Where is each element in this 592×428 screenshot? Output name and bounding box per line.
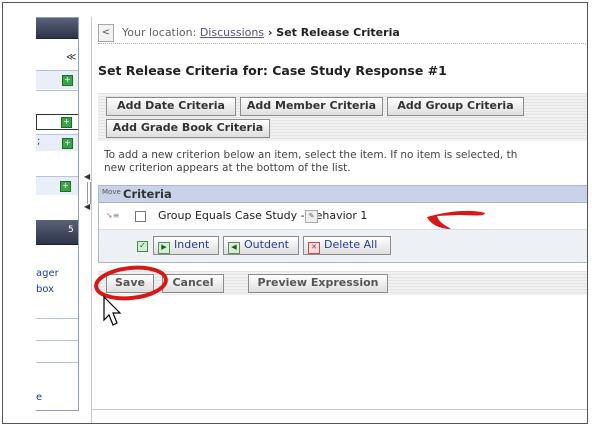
nav-section-header[interactable]: 5 [36, 220, 78, 245]
expand-left-arrow-icon[interactable]: ◀ [84, 202, 90, 211]
add-gradebook-criteria-button[interactable]: Add Grade Book Criteria [106, 119, 270, 138]
nav-row[interactable]: + [36, 176, 78, 195]
preview-expression-button[interactable]: Preview Expression [248, 274, 388, 293]
row-actions-bar: ✓ ▶ Indent ◀ Outdent ✕ Delete All [99, 230, 587, 262]
form-action-bar: Save Cancel Preview Expression [98, 271, 587, 295]
collapse-chevron-icon[interactable]: ≪ [66, 52, 76, 63]
nav-row[interactable]: + [36, 70, 78, 89]
outdent-button[interactable]: ◀ Outdent [223, 236, 299, 255]
add-group-criteria-button[interactable]: Add Group Criteria [387, 97, 524, 116]
add-square-icon[interactable]: + [60, 181, 71, 192]
move-column-header: Move [102, 188, 121, 196]
breadcrumb: < Your location: Discussions › Set Relea… [98, 23, 587, 44]
select-all-check-icon[interactable]: ✓ [137, 241, 148, 252]
indent-button[interactable]: ▶ Indent [153, 236, 219, 255]
breadcrumb-link-discussions[interactable]: Discussions [200, 26, 264, 39]
screenshot-frame: ≪ + + ; + + 5 ager box e ◀ ◀ < Your loca… [2, 2, 588, 424]
criteria-button-panel: Add Date Criteria Add Member Criteria Ad… [98, 93, 587, 141]
page-title: Set Release Criteria for: Case Study Res… [98, 63, 447, 78]
nav-row-selected[interactable]: + [36, 114, 78, 130]
criterion-text: Group Equals Case Study - Behavior 1 [158, 209, 368, 222]
add-square-icon[interactable]: + [62, 75, 73, 86]
nav-tab-header[interactable] [36, 18, 78, 39]
cancel-button[interactable]: Cancel [162, 274, 224, 293]
row-checkbox[interactable] [135, 211, 146, 222]
criteria-column-header: Criteria [123, 187, 172, 201]
main-content: < Your location: Discussions › Set Relea… [91, 17, 587, 423]
left-nav-panel: ≪ + + ; + + 5 ager box e [36, 17, 79, 411]
indent-icon: ▶ [158, 242, 170, 254]
nav-link-bottom[interactable]: e [36, 392, 42, 403]
add-date-criteria-button[interactable]: Add Date Criteria [106, 97, 236, 116]
nav-link-inbox[interactable]: box [36, 284, 54, 295]
collapse-left-arrow-icon[interactable]: ◀ [84, 172, 90, 181]
save-button[interactable]: Save [106, 274, 154, 293]
table-row[interactable]: ➘≡ Group Equals Case Study - Behavior 1 … [99, 203, 587, 230]
nav-row[interactable]: ; + [36, 134, 78, 151]
breadcrumb-text: Your location: Discussions › Set Release… [122, 26, 400, 39]
instructions-text: To add a new criterion below an item, se… [104, 149, 518, 174]
add-member-criteria-button[interactable]: Add Member Criteria [240, 97, 383, 116]
criteria-table: Move Criteria ➘≡ Group Equals Case Study… [98, 185, 587, 263]
drag-handle-icon[interactable]: ➘≡ [106, 211, 119, 220]
delete-all-button[interactable]: ✕ Delete All [303, 236, 391, 255]
add-square-icon[interactable]: + [61, 117, 72, 128]
criteria-table-header: Move Criteria [99, 186, 587, 203]
delete-icon: ✕ [308, 242, 320, 254]
breadcrumb-current: Set Release Criteria [276, 26, 400, 39]
edit-criterion-icon[interactable]: ✎ [305, 210, 318, 223]
outdent-icon: ◀ [228, 242, 240, 254]
nav-link-manager[interactable]: ager [36, 268, 59, 279]
back-button[interactable]: < [98, 24, 114, 42]
add-square-icon[interactable]: + [62, 138, 73, 149]
